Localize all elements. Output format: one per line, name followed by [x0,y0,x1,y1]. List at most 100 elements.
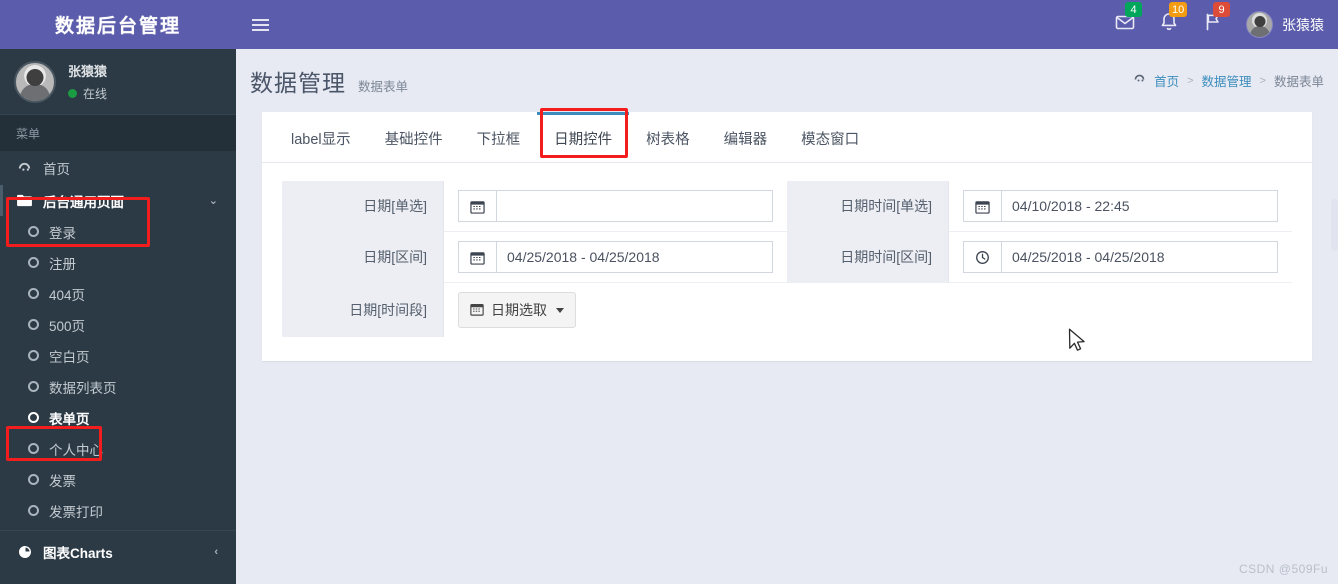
field-label-date-period: 日期[时间段] [282,282,444,337]
sidebar-item-charts[interactable]: 图表Charts ‹ [0,535,236,569]
sidebar-item-invoice[interactable]: 发票 [0,464,236,495]
date-range-input[interactable] [496,241,773,273]
tab-basic-controls[interactable]: 基础控件 [368,112,460,162]
sidebar-item-data-list[interactable]: 数据列表页 [0,371,236,402]
sidebar-item-login[interactable]: 登录 [0,216,236,247]
circle-icon [28,412,39,423]
chevron-down-icon: ⌄ [208,195,218,207]
sidebar-user-panel[interactable]: 张猿猿 在线 [0,49,236,115]
sidebar-item-form-page[interactable]: 表单页 [0,402,236,433]
sidebar-item-label: 首页 [43,162,70,177]
field-cell-date-single [443,181,787,232]
table-row: 日期[区间] 日期时间[区间] [282,231,1292,283]
circle-icon [28,319,39,330]
vertical-scrollbar[interactable] [1331,199,1338,251]
field-label-date-single: 日期[单选] [282,181,444,232]
input-group-datetime-single [963,190,1278,222]
date-controls-table: 日期[单选] 日期时间[单选] 04/10/2018 - 22:45 日期[区间… [282,181,1292,337]
tab-editor[interactable]: 编辑器 [707,112,785,162]
input-group-date-range [458,241,773,273]
sidebar-item-label: 发票打印 [49,504,103,520]
tab-modal-window[interactable]: 模态窗口 [784,112,876,162]
sidebar-user-status-label: 在线 [83,87,108,101]
input-group-date-single [458,190,773,222]
menu-divider [0,530,236,531]
sidebar-item-404[interactable]: 404页 [0,278,236,309]
field-cell-datetime-single [948,181,1292,232]
sidebar-item-label: 图表Charts [43,546,113,561]
sidebar-user-status: 在线 [68,85,107,102]
messages-button[interactable]: 4 [1114,2,1142,38]
dashboard-icon [16,161,33,176]
brand-title: 数据后台管理 [0,0,236,49]
field-label-date-range: 日期[区间] [282,231,444,283]
sidebar-item-home[interactable]: 首页 [0,151,236,185]
sidebar-item-profile[interactable]: 个人中心 [0,433,236,464]
sidebar-item-label: 500页 [49,318,86,334]
sidebar-item-common-pages[interactable]: 后台通用页面 ⌄ [0,185,236,216]
sidebar-user-name: 张猿猿 [68,64,108,79]
topbar-user-name: 张猿猿 [1282,16,1324,33]
page-subtitle: 数据表单 [358,79,409,94]
tab-date-controls[interactable]: 日期控件 [537,112,630,162]
field-cell-datetime-range [948,231,1292,283]
datetime-range-input[interactable] [1001,241,1278,273]
tab-label-display[interactable]: label显示 [274,112,368,162]
date-picker-button-label: 日期选取 [491,302,547,318]
calendar-icon [458,241,496,273]
breadcrumb-separator: > [1187,74,1194,87]
circle-icon [28,381,39,392]
sidebar-item-label: 404页 [49,287,86,303]
breadcrumb-item-home[interactable]: 首页 [1154,71,1179,90]
breadcrumb-item-data-management[interactable]: 数据管理 [1202,71,1252,90]
sidebar-item-register[interactable]: 注册 [0,247,236,278]
tab-tree-table[interactable]: 树表格 [629,112,707,162]
tasks-badge: 9 [1213,2,1230,17]
page-title: 数据管理 [250,70,346,96]
online-dot-icon [68,89,77,98]
circle-icon [28,288,39,299]
sidebar-item-label: 后台通用页面 [43,194,124,210]
field-cell-date-period: 日期选取 [443,282,1292,337]
sidebar-item-label: 发票 [49,473,76,489]
sidebar-item-invoice-print[interactable]: 发票打印 [0,495,236,526]
breadcrumb-item-current: 数据表单 [1273,75,1324,89]
date-single-input[interactable] [496,190,773,222]
sidebar-item-label: 空白页 [49,349,90,365]
clock-icon [963,241,1001,273]
form-panel: label显示 基础控件 下拉框 日期控件 树表格 编辑器 模态窗口 日期[单选… [262,112,1312,361]
sidebar-item-label: 数据列表页 [49,380,117,396]
tasks-button[interactable]: 9 [1202,2,1230,38]
datetime-single-input[interactable] [1001,190,1278,222]
content-area: 数据管理 数据表单 首页 > 数据管理 > 数据表单 label显示 基础控件 … [236,49,1338,584]
dashboard-icon [1133,73,1146,89]
messages-badge: 4 [1125,2,1142,17]
field-cell-date-range [443,231,787,283]
circle-icon [28,505,39,516]
hamburger-icon[interactable] [252,18,269,31]
field-label-datetime-single: 日期时间[单选] [787,181,949,232]
sidebar: 数据后台管理 张猿猿 在线 菜单 首页 后台通用页面 ⌄ 登录 注册 404页 … [0,0,236,584]
folder-icon [16,194,33,207]
calendar-icon [470,302,484,319]
breadcrumb-separator: > [1259,74,1266,87]
topbar-actions: 4 10 9 张猿猿 [1114,2,1338,38]
calendar-icon [458,190,496,222]
topbar: 4 10 9 张猿猿 [236,0,1338,49]
breadcrumb: 首页 > 数据管理 > 数据表单 [1133,71,1324,90]
date-picker-button[interactable]: 日期选取 [458,292,576,328]
sidebar-item-blank[interactable]: 空白页 [0,340,236,371]
notifications-button[interactable]: 10 [1158,2,1188,38]
circle-icon [28,443,39,454]
sidebar-item-label: 个人中心 [49,442,103,458]
sidebar-item-label: 表单页 [49,411,90,427]
tab-dropdown[interactable]: 下拉框 [460,112,538,162]
calendar-icon [963,190,1001,222]
table-row: 日期[单选] 日期时间[单选] [282,181,1292,232]
sidebar-item-500[interactable]: 500页 [0,309,236,340]
pie-chart-icon [16,545,33,559]
sidebar-item-label: 注册 [49,256,76,272]
topbar-user-menu[interactable]: 张猿猿 [1246,11,1324,38]
chevron-left-icon: ‹ [214,546,218,558]
circle-icon [28,474,39,485]
